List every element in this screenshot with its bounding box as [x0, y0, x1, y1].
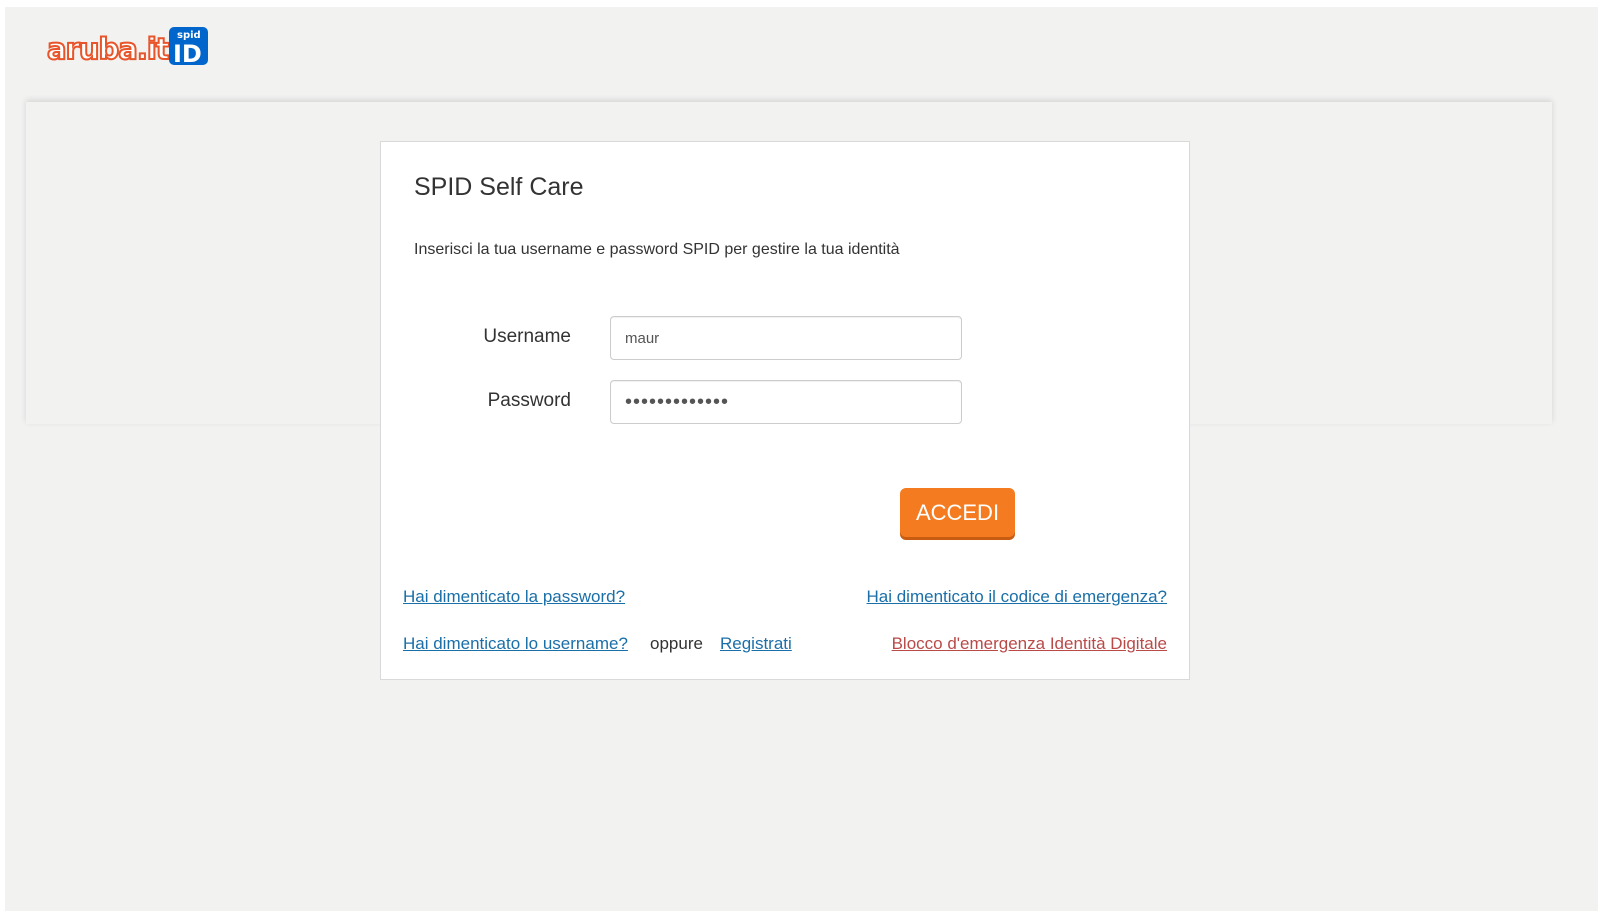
accedi-button[interactable]: ACCEDI	[900, 488, 1015, 537]
card-subtitle: Inserisci la tua username e password SPI…	[414, 241, 900, 258]
forgot-password-link[interactable]: Hai dimenticato la password?	[403, 587, 625, 607]
register-link[interactable]: Registrati	[720, 634, 792, 654]
or-text: oppure	[650, 634, 703, 653]
spid-id-badge: spid ID	[169, 27, 208, 68]
login-card: SPID Self Care Inserisci la tua username…	[380, 141, 1190, 680]
username-label: Username	[483, 326, 571, 347]
page-viewport: aruba.it spid ID SPID Self Care Inserisc…	[5, 7, 1598, 911]
username-input[interactable]	[610, 316, 962, 360]
emergency-block-link[interactable]: Blocco d'emergenza Identità Digitale	[892, 634, 1167, 654]
header: aruba.it spid ID	[5, 7, 1598, 101]
password-input[interactable]	[610, 380, 962, 424]
logo-text: aruba.it	[47, 32, 170, 66]
card-title: SPID Self Care	[414, 173, 584, 201]
badge-bottom-text: ID	[173, 40, 202, 68]
aruba-spid-logo[interactable]: aruba.it spid ID	[47, 26, 209, 68]
forgot-emergency-code-link[interactable]: Hai dimenticato il codice di emergenza?	[867, 587, 1168, 607]
password-label: Password	[487, 390, 571, 411]
forgot-username-link[interactable]: Hai dimenticato lo username?	[403, 634, 628, 654]
